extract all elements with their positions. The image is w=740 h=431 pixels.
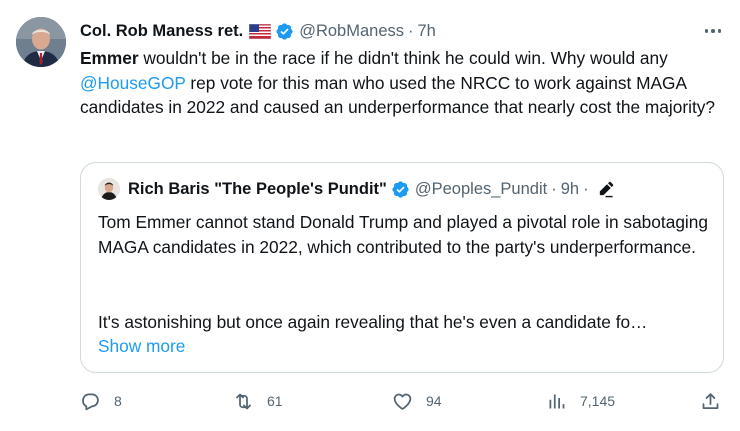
tweet-timestamp[interactable]: 7h: [418, 22, 436, 41]
tweet-text: Emmer wouldn't be in the race if he didn…: [80, 46, 720, 120]
author-handle[interactable]: @RobManess: [299, 22, 404, 41]
more-options-icon[interactable]: [701, 21, 725, 41]
quoted-tweet-paragraph-2: It's astonishing but once again revealin…: [98, 312, 648, 332]
views-chart-icon: [549, 394, 565, 408]
quoted-tweet[interactable]: Rich Baris "The People's Pundit" @People…: [80, 162, 724, 373]
show-more-link[interactable]: Show more: [98, 334, 185, 359]
edited-pencil-icon[interactable]: [597, 181, 614, 198]
views-count: 7,145: [580, 393, 616, 409]
quoted-separator-dot-2: ·: [583, 179, 589, 198]
tweet-text-part1: wouldn't be in the race if he didn't thi…: [138, 48, 668, 68]
heart-icon: [393, 393, 412, 410]
retweet-count: 61: [267, 393, 283, 409]
quoted-tweet-header: Rich Baris "The People's Pundit" @People…: [98, 177, 614, 201]
quoted-author-display-name[interactable]: Rich Baris "The People's Pundit": [128, 180, 387, 199]
author-avatar[interactable]: [16, 17, 66, 67]
action-bar: 8 61 94 7,145: [80, 386, 726, 416]
verified-badge-icon: [275, 22, 294, 41]
share-button[interactable]: [700, 386, 721, 416]
reply-icon: [82, 392, 99, 410]
quoted-author-avatar[interactable]: [98, 178, 120, 200]
quoted-author-handle[interactable]: @Peoples_Pundit: [415, 180, 547, 199]
author-display-name[interactable]: Col. Rob Maness ret.: [80, 22, 243, 41]
tweet-card[interactable]: Col. Rob Maness ret. @RobManess · 7h Emm…: [0, 0, 740, 431]
retweet-icon: [236, 393, 251, 409]
tweet-bold-word: Emmer: [80, 48, 139, 68]
quoted-verified-badge-icon: [391, 180, 410, 199]
quoted-separator-dot: ·: [551, 179, 557, 198]
like-count: 94: [426, 393, 442, 409]
mention-link[interactable]: @HouseGOP: [80, 73, 186, 93]
reply-button[interactable]: 8: [80, 386, 122, 416]
like-button[interactable]: 94: [392, 386, 442, 416]
reply-count: 8: [114, 393, 122, 409]
quoted-tweet-paragraph-1: Tom Emmer cannot stand Donald Trump and …: [98, 212, 708, 257]
us-flag-icon: [249, 23, 272, 39]
views-button[interactable]: 7,145: [546, 386, 615, 416]
quoted-timestamp[interactable]: 9h: [561, 180, 579, 199]
tweet-header: Col. Rob Maness ret. @RobManess · 7h: [80, 19, 436, 43]
share-upload-icon: [702, 392, 719, 409]
separator-dot: ·: [408, 21, 414, 40]
retweet-button[interactable]: 61: [233, 386, 283, 416]
